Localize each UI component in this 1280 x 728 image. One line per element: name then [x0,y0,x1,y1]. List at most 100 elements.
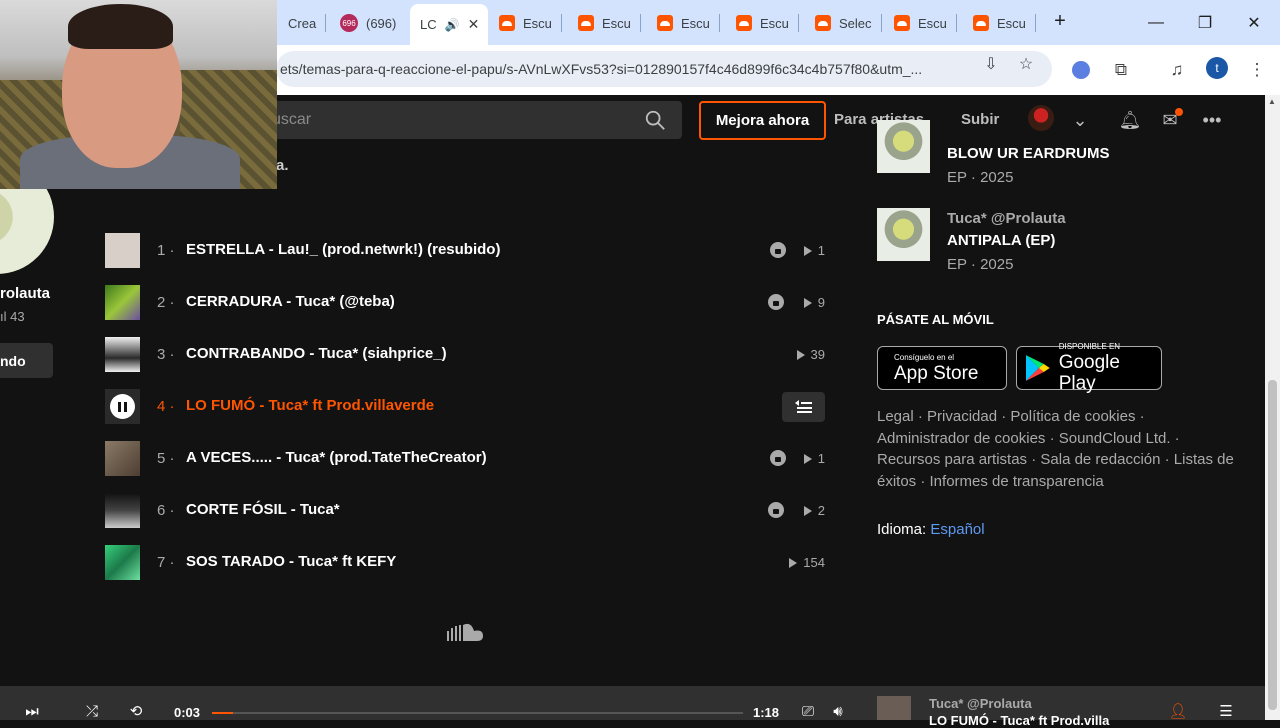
track-number: 2 · [157,294,175,311]
track-title[interactable]: LO FUMÓ - Tuca* ft Prod.villaverde [186,397,434,414]
tab-label: Escu [681,15,710,31]
scroll-up-icon[interactable]: ▲ [1268,97,1276,106]
track-artwork[interactable] [105,493,140,528]
kebab-menu-icon[interactable]: ⋮ [1245,58,1269,82]
track-row-playing[interactable]: 4 · LO FUMÓ - Tuca* ft Prod.villaverde [105,389,825,425]
tab-soundcloud[interactable]: Selec [805,6,882,40]
shuffle-icon[interactable]: ⤮ [82,702,102,720]
tab-label: Escu [760,15,789,31]
scrollbar-thumb[interactable] [1268,380,1277,710]
chevron-down-icon[interactable]: ⌄ [1069,109,1091,131]
more-options-icon[interactable]: ••• [1201,109,1223,131]
track-row[interactable]: 5 · A VECES..... - Tuca* (prod.TateTheCr… [105,441,825,477]
bookmark-star-icon[interactable]: ☆ [1016,54,1036,74]
google-play-button[interactable]: DISPONIBLE EN Google Play [1016,342,1162,394]
release-title[interactable]: BLOW UR EARDRUMS [947,145,1110,162]
track-number: 6 · [157,502,175,519]
release-title[interactable]: ANTIPALA (EP) [947,232,1055,249]
release-artwork[interactable] [877,208,930,261]
track-title[interactable]: SOS TARADO - Tuca* ft KEFY [186,553,396,570]
page-scrollbar[interactable]: ▲ [1265,95,1280,720]
tab-label: Selec [839,15,872,31]
add-to-queue-button[interactable] [782,392,825,422]
track-title[interactable]: CONTRABANDO - Tuca* (siahprice_) [186,345,447,362]
track-number: 1 · [157,242,175,259]
track-row[interactable]: 1 · ESTRELLA - Lau!_ (prod.netwrk!) (res… [105,233,825,269]
track-row[interactable]: 3 · CONTRABANDO - Tuca* (siahprice_) 39 [105,337,825,373]
profile-username[interactable]: rolauta [0,285,50,302]
now-playing-artist[interactable]: Tuca* @Prolauta [929,696,1032,711]
tab-label: Crea [288,15,317,31]
track-artwork[interactable] [105,545,140,580]
track-artwork[interactable] [105,233,140,268]
tab-active-soundcloud[interactable]: LC 🔊 ✕ [410,4,488,45]
description-fragment: a. [276,157,289,174]
now-playing-artwork[interactable] [877,696,911,720]
tab-soundcloud[interactable]: Escu [884,6,957,40]
extensions-puzzle-icon[interactable]: ⧉ [1109,58,1133,82]
skip-next-icon[interactable]: ⏭ [22,702,42,720]
search-placeholder: uscar [272,111,312,128]
media-control-icon[interactable]: ♫ [1165,58,1189,82]
track-artwork[interactable] [105,441,140,476]
track-row[interactable]: 7 · SOS TARADO - Tuca* ft KEFY 154 [105,545,825,581]
play-icon [803,453,812,464]
address-bar[interactable]: ets/temas-para-q-reaccione-el-papu/s-AVn… [276,51,1052,87]
tab-soundcloud[interactable]: Escu [568,6,641,40]
tab-create[interactable]: Crea [278,6,327,40]
volume-icon[interactable]: 🔊︎ [828,702,848,720]
upgrade-button[interactable]: Mejora ahora [699,101,826,140]
now-playing-title[interactable]: LO FUMÓ - Tuca* ft Prod.villa [929,713,1109,728]
progress-bar[interactable] [212,712,743,714]
track-row[interactable]: 2 · CERRADURA - Tuca* (@teba) 9 [105,285,825,321]
soundcloud-icon [815,15,831,31]
tab-soundcloud[interactable]: Escu [963,6,1036,40]
follow-artist-icon[interactable]: 👤︎ [1168,702,1188,720]
user-avatar[interactable] [1028,105,1054,131]
track-title[interactable]: A VECES..... - Tuca* (prod.TateTheCreato… [186,449,487,466]
repeat-icon[interactable]: ⟲ [126,702,146,720]
google-play-big-text: Google Play [1058,352,1120,394]
language-link[interactable]: Español [930,521,984,538]
upload-link[interactable]: Subir [961,111,999,128]
track-artwork[interactable] [105,389,140,424]
cast-icon[interactable]: ⎚ [798,702,818,720]
tab-label: Escu [602,15,631,31]
track-title[interactable]: CORTE FÓSIL - Tuca* [186,501,340,518]
track-artwork[interactable] [105,285,140,320]
minimize-icon[interactable]: — [1133,0,1179,45]
footer-links[interactable]: Legal · Privacidad · Política de cookies… [877,406,1237,493]
release-meta: EP · 2025 [947,256,1014,273]
pause-icon[interactable] [110,394,135,419]
new-tab-icon[interactable]: + [1048,9,1072,33]
follow-button[interactable]: ndo [0,343,53,378]
tab-youtube[interactable]: 696 (696) [330,6,406,40]
track-artwork[interactable] [105,337,140,372]
restore-icon[interactable]: ❐ [1182,0,1228,45]
search-icon[interactable] [644,109,666,131]
search-input[interactable]: uscar [262,101,682,139]
close-tab-icon[interactable]: ✕ [468,16,480,33]
install-app-icon[interactable]: ⇩ [981,54,1001,74]
play-icon [803,505,812,516]
app-store-button[interactable]: Consíguelo en el App Store [877,346,1007,390]
release-artwork[interactable] [877,120,930,173]
tab-soundcloud[interactable]: Escu [647,6,720,40]
tab-label: LC [420,17,437,32]
profile-avatar[interactable]: t [1206,57,1228,79]
language-selector: Idioma: Español [877,521,985,538]
queue-list-icon[interactable]: ☰ [1216,702,1236,720]
app-store-small-text: Consíguelo en el [894,352,955,362]
close-window-icon[interactable]: ✕ [1231,0,1277,45]
tab-soundcloud[interactable]: Escu [726,6,799,40]
bell-icon[interactable]: 🔔︎ [1119,109,1142,131]
track-title[interactable]: CERRADURA - Tuca* (@teba) [186,293,395,310]
release-artist[interactable]: Tuca* @Prolauta [947,210,1066,227]
track-title[interactable]: ESTRELLA - Lau!_ (prod.netwrk!) (resubid… [186,241,500,258]
follower-count: ıl 43 [0,309,25,324]
extension-icon[interactable] [1069,58,1093,82]
speaker-icon: 🔊 [444,17,460,32]
track-row[interactable]: 6 · CORTE FÓSIL - Tuca* 2 [105,493,825,529]
followers-icon: ıl [0,309,11,324]
tab-soundcloud[interactable]: Escu [489,6,562,40]
